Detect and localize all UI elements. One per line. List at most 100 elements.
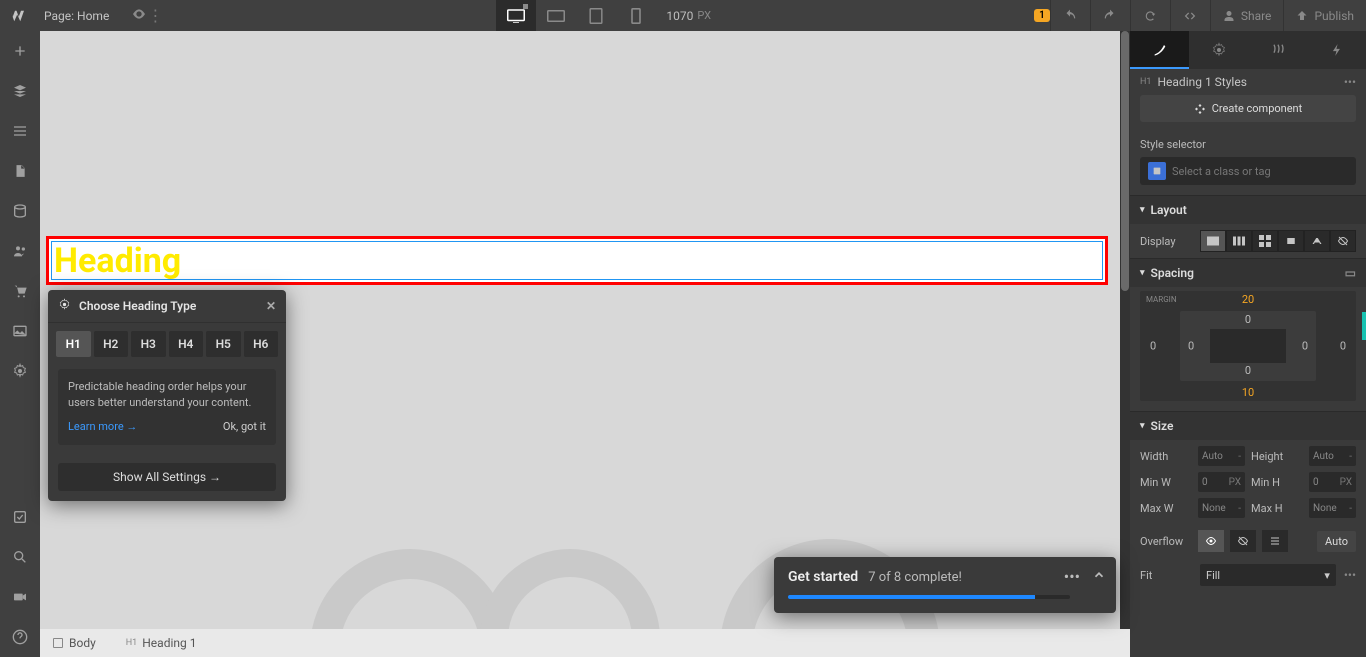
interactions-tab-icon[interactable] <box>1307 31 1366 69</box>
maxw-input[interactable]: None- <box>1198 498 1245 518</box>
overflow-hidden-button[interactable] <box>1230 530 1256 552</box>
settings-tab-icon[interactable] <box>1189 31 1248 69</box>
undo-button[interactable] <box>1050 0 1090 31</box>
display-none-button[interactable] <box>1330 230 1356 252</box>
users-icon[interactable] <box>0 231 40 271</box>
info-text: Predictable heading order helps your use… <box>68 379 266 411</box>
share-button[interactable]: Share <box>1210 0 1284 31</box>
audit-icon[interactable] <box>0 497 40 537</box>
section-layout[interactable]: ▾Layout <box>1130 195 1366 224</box>
element-name: Heading 1 Styles <box>1157 75 1246 89</box>
close-icon[interactable]: ✕ <box>266 299 276 313</box>
heading-tab-h6[interactable]: H6 <box>244 331 279 357</box>
progress-bar <box>788 595 1070 599</box>
width-input[interactable]: Auto- <box>1198 446 1245 466</box>
preview-eye-icon[interactable] <box>131 6 147 26</box>
help-icon[interactable] <box>0 617 40 657</box>
minh-input[interactable]: 0PX <box>1309 472 1356 492</box>
padding-bottom[interactable]: 0 <box>1245 364 1251 377</box>
heading-tab-h5[interactable]: H5 <box>206 331 241 357</box>
chevron-up-icon[interactable] <box>1092 567 1106 586</box>
search-icon[interactable] <box>0 537 40 577</box>
add-element-icon[interactable] <box>0 31 40 71</box>
padding-left[interactable]: 0 <box>1188 340 1194 353</box>
display-block-button[interactable] <box>1200 230 1226 252</box>
section-size[interactable]: ▾Size <box>1130 411 1366 440</box>
heading-tab-h1[interactable]: H1 <box>56 331 91 357</box>
display-inline-button[interactable] <box>1304 230 1330 252</box>
gear-icon <box>58 298 71 314</box>
overflow-auto-button[interactable]: Auto <box>1317 531 1356 552</box>
padding-box[interactable]: PADDING 0 0 0 0 <box>1180 311 1316 381</box>
spacing-expand-icon[interactable]: ▭ <box>1345 266 1356 280</box>
more-icon[interactable]: ⋮ <box>147 6 163 25</box>
assets-icon[interactable] <box>0 311 40 351</box>
overflow-scroll-button[interactable] <box>1262 530 1288 552</box>
changes-badge[interactable]: 1 <box>1034 9 1050 22</box>
ecommerce-icon[interactable] <box>0 271 40 311</box>
margin-box[interactable]: MARGIN 20 10 0 0 PADDING 0 0 0 0 <box>1140 291 1356 401</box>
navigator-icon[interactable] <box>0 111 40 151</box>
spacing-core <box>1210 329 1286 363</box>
device-tablet-landscape-button[interactable] <box>536 0 576 31</box>
more-icon[interactable]: ••• <box>1064 567 1080 586</box>
padding-right[interactable]: 0 <box>1302 340 1308 353</box>
breakpoint-bar: 1070 PX <box>173 0 1034 31</box>
redo-button[interactable] <box>1090 0 1130 31</box>
class-selector-input[interactable]: Select a class or tag <box>1140 157 1356 185</box>
scrollbar-thumb[interactable] <box>1121 31 1129 291</box>
panel-tabs <box>1130 31 1366 69</box>
show-all-settings-button[interactable]: Show All Settings → <box>58 463 276 491</box>
more-icon[interactable]: ••• <box>1344 75 1356 89</box>
selected-heading-element[interactable]: Heading <box>46 236 1108 285</box>
heading-tab-h3[interactable]: H3 <box>131 331 166 357</box>
heading-tab-h2[interactable]: H2 <box>94 331 129 357</box>
display-grid-button[interactable] <box>1252 230 1278 252</box>
ok-got-it-button[interactable]: Ok, got it <box>223 419 266 435</box>
size-grid: Width Auto- Height Auto- Min W 0PX Min H… <box>1130 440 1366 524</box>
sync-button[interactable] <box>1130 0 1170 31</box>
maxh-input[interactable]: None- <box>1309 498 1356 518</box>
device-tablet-button[interactable] <box>576 0 616 31</box>
margin-top[interactable]: 20 <box>1242 293 1254 306</box>
overflow-visible-button[interactable] <box>1198 530 1224 552</box>
publish-button[interactable]: Publish <box>1283 0 1366 31</box>
pages-icon[interactable] <box>0 151 40 191</box>
style-tab-icon[interactable] <box>1130 31 1189 69</box>
settings-icon[interactable] <box>0 351 40 391</box>
spacing-box: MARGIN 20 10 0 0 PADDING 0 0 0 0 <box>1130 287 1366 411</box>
code-button[interactable] <box>1170 0 1210 31</box>
canvas-scrollbar[interactable] <box>1120 31 1130 629</box>
height-input[interactable]: Auto- <box>1309 446 1356 466</box>
height-label: Height <box>1251 450 1303 463</box>
fit-row: Fit Fill▾ ••• <box>1130 558 1366 592</box>
more-icon[interactable]: ••• <box>1344 568 1356 582</box>
device-desktop-button[interactable] <box>496 0 536 31</box>
margin-left[interactable]: 0 <box>1150 340 1156 353</box>
accent-indicator <box>1362 312 1366 340</box>
heading-tab-h4[interactable]: H4 <box>169 331 204 357</box>
breadcrumb-body[interactable]: Body <box>40 629 106 657</box>
section-spacing[interactable]: ▾Spacing▭ <box>1130 258 1366 287</box>
create-component-button[interactable]: Create component <box>1140 95 1356 122</box>
get-started-title: Get started <box>788 569 858 585</box>
popover-title: Choose Heading Type <box>79 299 196 313</box>
display-inline-block-button[interactable] <box>1278 230 1304 252</box>
progress-fill <box>788 595 1035 599</box>
breadcrumb-heading[interactable]: H1 Heading 1 <box>116 629 207 657</box>
cms-icon[interactable] <box>0 191 40 231</box>
video-icon[interactable] <box>0 577 40 617</box>
display-flex-button[interactable] <box>1226 230 1252 252</box>
webflow-logo-icon[interactable] <box>8 6 28 26</box>
padding-top[interactable]: 0 <box>1245 313 1251 326</box>
symbols-icon[interactable] <box>0 71 40 111</box>
margin-bottom[interactable]: 10 <box>1242 386 1254 399</box>
heading-text[interactable]: Heading <box>54 241 181 281</box>
margin-right[interactable]: 0 <box>1340 340 1346 353</box>
device-mobile-button[interactable] <box>616 0 656 31</box>
minw-input[interactable]: 0PX <box>1198 472 1245 492</box>
page-selector[interactable]: Page: Home <box>38 9 115 23</box>
learn-more-link[interactable]: Learn more → <box>68 419 137 435</box>
fit-select[interactable]: Fill▾ <box>1200 564 1336 586</box>
style-manager-tab-icon[interactable] <box>1248 31 1307 69</box>
